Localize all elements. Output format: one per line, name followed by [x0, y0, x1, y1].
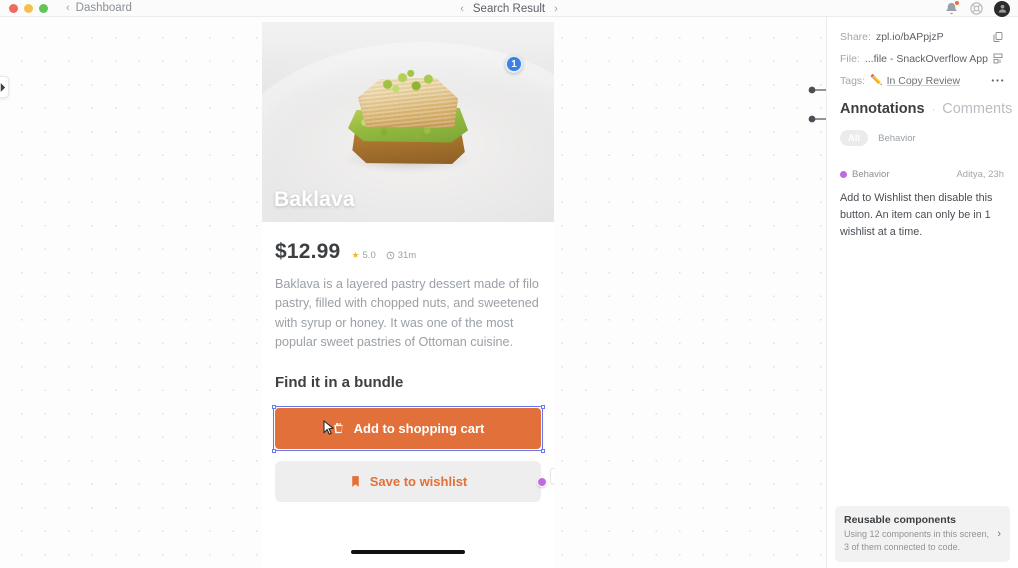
flow-connector-icon[interactable]	[808, 86, 826, 94]
annotation-author: Aditya, 23h	[956, 169, 1004, 180]
chevron-left-icon: ‹	[66, 1, 70, 14]
lifesaver-help-icon[interactable]	[969, 1, 984, 16]
inspector-tabs: Annotations · Comments	[840, 101, 1012, 117]
share-row: Share: zpl.io/bAPpjzP	[840, 30, 1004, 43]
resize-handle[interactable]	[540, 404, 545, 409]
window-traffic-lights[interactable]	[0, 3, 48, 13]
more-horizontal-icon[interactable]	[991, 78, 1004, 83]
maximize-window-button[interactable]	[39, 3, 48, 13]
breadcrumb[interactable]: ‹ Dashboard	[66, 2, 132, 14]
star-icon: ★	[351, 250, 360, 260]
file-key: File:	[840, 52, 860, 65]
product-price: $12.99	[275, 240, 341, 263]
pencil-icon: ✏️	[870, 75, 883, 86]
reusable-components-card[interactable]: Reusable components Using 12 components …	[835, 505, 1010, 562]
rating-value: 5.0	[362, 250, 376, 261]
add-to-shopping-cart-button[interactable]: Add to shopping cart	[275, 408, 541, 450]
notification-badge	[954, 0, 960, 6]
phone-artboard[interactable]: Baklava 1 $12.99 ★ 5.0 31m Baklava is a …	[262, 22, 554, 568]
annotation-tag-label: Behavior	[852, 169, 890, 180]
save-to-wishlist-label: Save to wishlist	[369, 474, 468, 490]
tab-comments[interactable]: Comments	[942, 101, 1012, 117]
clock-icon	[386, 251, 395, 260]
filter-chip-behavior[interactable]: Behavior	[878, 130, 924, 146]
next-screen-icon[interactable]: ›	[554, 3, 558, 15]
tab-annotations[interactable]: Annotations	[840, 101, 925, 117]
annotation-tag: Behavior	[840, 169, 890, 180]
notifications-icon[interactable]	[944, 0, 960, 16]
annotation-filters: All Behavior	[840, 130, 1004, 146]
resize-handle[interactable]	[271, 448, 276, 453]
product-description: Baklava is a layered pastry dessert made…	[275, 277, 539, 349]
minimize-window-button[interactable]	[24, 3, 33, 13]
product-meta: ★ 5.0 31m	[351, 250, 416, 261]
annotation-header: Behavior Aditya, 23h	[840, 169, 1004, 180]
tags-key: Tags:	[840, 74, 866, 87]
add-to-cart-label: Add to shopping cart	[353, 421, 485, 437]
annotation-text: Add to Wishlist then disable this button…	[840, 192, 993, 239]
filter-chip-all[interactable]: All	[840, 130, 869, 146]
bookmark-icon	[351, 476, 359, 487]
annotation-number-badge[interactable]: 1	[505, 55, 523, 73]
close-window-button[interactable]	[9, 3, 18, 13]
annotation-pin-label[interactable]: Behavior	[550, 468, 554, 485]
bundle-section-title: Find it in a bundle	[275, 374, 404, 392]
home-indicator	[351, 550, 465, 554]
tab-separator: ·	[931, 104, 936, 116]
chevron-right-icon[interactable]: ›	[997, 528, 1001, 540]
tags-row: Tags: ✏️ In Copy Review	[840, 74, 1004, 87]
share-key: Share:	[840, 30, 871, 43]
layout-grid-icon[interactable]	[992, 52, 1004, 65]
flow-connector-icon[interactable]	[808, 115, 826, 123]
prep-time-value: 31m	[397, 250, 417, 261]
resize-handle[interactable]	[540, 448, 545, 453]
mouse-cursor-icon	[323, 419, 335, 436]
resize-handle[interactable]	[271, 404, 276, 409]
copy-icon[interactable]	[992, 31, 1004, 43]
annotation-color-swatch	[840, 171, 847, 178]
chevron-right-icon	[0, 82, 6, 92]
breadcrumb-label[interactable]: Dashboard	[76, 2, 132, 14]
file-name[interactable]: ...file - SnackOverflow App	[865, 53, 988, 65]
rating: ★ 5.0	[351, 250, 375, 261]
inspector-panel: Share: zpl.io/bAPpjzP File: ...file - Sn…	[826, 17, 1018, 568]
user-avatar[interactable]	[994, 0, 1010, 17]
tag-value[interactable]: In Copy Review	[887, 75, 961, 87]
reusable-components-title: Reusable components	[844, 513, 957, 526]
app-window: ‹ Dashboard ‹ Search Result › Baklava 1 …	[0, 0, 1018, 568]
file-row: File: ...file - SnackOverflow App	[840, 52, 1004, 65]
product-details: $12.99 ★ 5.0 31m Baklava is a layered pa…	[262, 222, 554, 503]
title-bar: ‹ Dashboard ‹ Search Result ›	[0, 0, 1018, 17]
screen-title: Search Result	[472, 2, 546, 15]
annotation-item[interactable]: Behavior Aditya, 23h Add to Wishlist the…	[840, 169, 1004, 241]
save-to-wishlist-button[interactable]: Save to wishlist	[275, 461, 547, 503]
prev-screen-icon[interactable]: ‹	[460, 3, 464, 15]
prep-time: 31m	[386, 250, 416, 261]
share-link[interactable]: zpl.io/bAPpjzP	[876, 31, 944, 43]
add-to-cart-wrapper: Add to shopping cart	[271, 404, 545, 453]
baklava-photo	[344, 68, 472, 178]
price-row: $12.99 ★ 5.0 31m	[275, 240, 541, 264]
titlebar-actions	[944, 0, 1010, 17]
annotation-pin-dot[interactable]	[537, 476, 547, 487]
product-hero-image: Baklava	[262, 22, 554, 222]
product-title: Baklava	[274, 188, 355, 211]
reusable-components-subtitle: Using 12 components in this screen, 3 of…	[844, 528, 990, 552]
screen-navigator[interactable]: ‹ Search Result ›	[460, 0, 558, 17]
design-canvas[interactable]: Baklava 1 $12.99 ★ 5.0 31m Baklava is a …	[0, 17, 826, 568]
left-panel-toggle[interactable]	[0, 76, 9, 98]
